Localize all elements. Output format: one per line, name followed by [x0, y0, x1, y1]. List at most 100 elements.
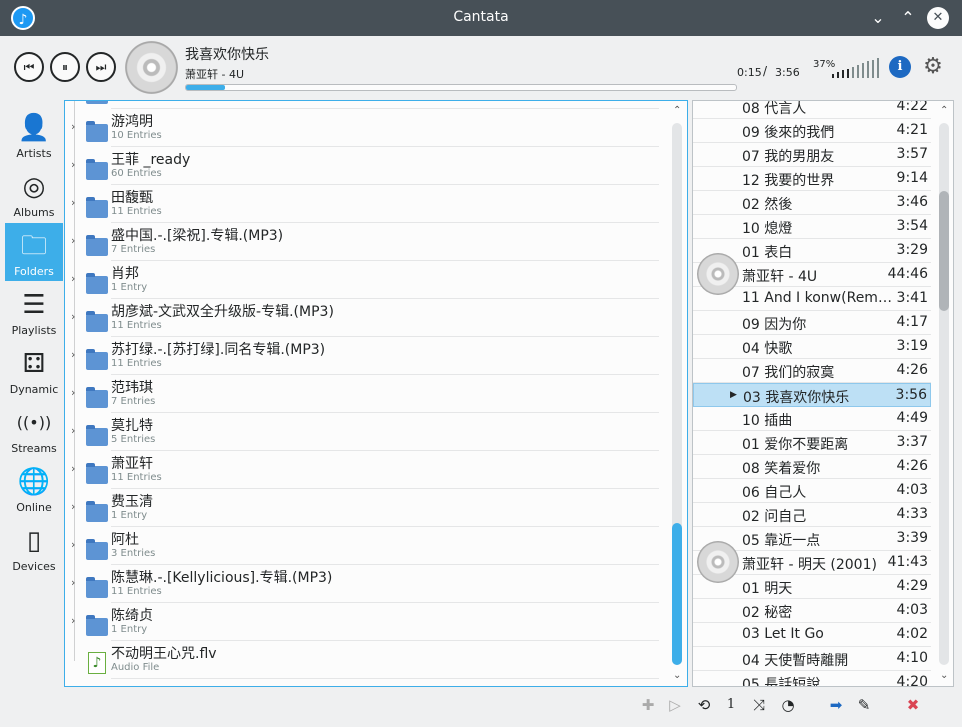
sidebar-item-albums[interactable]: ◎ Albums	[5, 164, 63, 222]
folder-row[interactable]: › 陈绮贞 1 Entry	[65, 603, 669, 641]
queue-track-row[interactable]: 08 笑着爱你 4:26	[693, 455, 931, 479]
folder-row[interactable]: › 苏打绿.-.[苏打绿].同名专辑.(MP3) 11 Entries	[65, 337, 669, 375]
minimize-icon[interactable]: ⌄	[868, 8, 888, 28]
pause-button[interactable]: ⏸	[50, 52, 80, 82]
sidebar-item-devices[interactable]: ▯ Devices	[5, 518, 63, 576]
expand-arrow-icon[interactable]: ›	[71, 538, 75, 551]
folder-row[interactable]: › 游鸿明 10 Entries	[65, 109, 669, 147]
play-next-icon[interactable]: ▷	[665, 695, 685, 715]
expand-arrow-icon[interactable]: ›	[71, 386, 75, 399]
expand-arrow-icon[interactable]: ›	[71, 120, 75, 133]
queue-track-title: 08 代言人	[742, 101, 807, 117]
queue-track-row[interactable]: 02 秘密 4:03	[693, 599, 931, 623]
previous-track-button[interactable]: ⏮	[14, 52, 44, 82]
queue-track-row[interactable]: 02 然後 3:46	[693, 191, 931, 215]
scroll-up-arrow[interactable]: ⌃	[673, 105, 681, 116]
queue-track-duration: 4:03	[896, 482, 928, 498]
shuffle-icon[interactable]: ⤨	[749, 695, 769, 715]
queue-track-row[interactable]: 11 And I konw(Remix) 3:41	[693, 287, 931, 311]
folder-name: 莫扎特	[111, 418, 153, 434]
expand-arrow-icon[interactable]: ›	[71, 272, 75, 285]
folder-row[interactable]: › 肖邦 1 Entry	[65, 261, 669, 299]
sidebar-item-playlists[interactable]: ☰ Playlists	[5, 282, 63, 340]
sidebar-item-dynamic[interactable]: ⚃ Dynamic	[5, 341, 63, 399]
folder-row[interactable]: › 陈慧琳.-.[Kellylicious].专辑.(MP3) 11 Entries	[65, 565, 669, 603]
sidebar-item-artists[interactable]: 👤 Artists	[5, 105, 63, 163]
folder-row[interactable]: › 费玉清 1 Entry	[65, 489, 669, 527]
next-track-button[interactable]: ⏭	[86, 52, 116, 82]
folder-row[interactable]: › 萧亚轩 11 Entries	[65, 451, 669, 489]
clear-queue-icon[interactable]: ✖	[903, 695, 923, 715]
queue-track-row[interactable]: 04 快歌 3:19	[693, 335, 931, 359]
repeat-count[interactable]: 1	[721, 695, 741, 715]
scroll-down-arrow[interactable]: ⌄	[673, 670, 681, 681]
folder-name: 田馥甄	[111, 190, 153, 206]
folder-scrollbar[interactable]	[672, 123, 682, 665]
edit-tags-icon[interactable]: ✎	[854, 695, 874, 715]
folder-row[interactable]: › 阿杜 3 Entries	[65, 527, 669, 565]
folder-row[interactable]: › 胡彦斌-文武双全升级版-专辑.(MP3) 11 Entries	[65, 299, 669, 337]
expand-arrow-icon[interactable]: ›	[71, 614, 75, 627]
locate-current-icon[interactable]: ➡	[826, 695, 846, 715]
volume-slider[interactable]	[832, 57, 882, 78]
expand-arrow-icon[interactable]: ›	[71, 500, 75, 513]
expand-arrow-icon[interactable]: ›	[71, 196, 75, 209]
expand-arrow-icon[interactable]: ›	[71, 576, 75, 589]
folder-row[interactable]: › 田馥甄 11 Entries	[65, 185, 669, 223]
queue-track-duration: 4:22	[896, 100, 928, 114]
sidebar-item-streams[interactable]: ((•)) Streams	[5, 400, 63, 458]
add-icon[interactable]: ✚	[638, 695, 658, 715]
queue-track-row[interactable]: 07 我的男朋友 3:57	[693, 143, 931, 167]
queue-track-row[interactable]: 05 長話短說 4:20	[693, 671, 931, 686]
sidebar-item-folders[interactable]: 🗀 Folders	[5, 223, 63, 281]
expand-arrow-icon[interactable]: ›	[71, 348, 75, 361]
folder-row[interactable]: ♪ 不动明王心咒.flv Audio File	[65, 641, 669, 679]
queue-scroll-up-arrow[interactable]: ⌃	[940, 105, 948, 116]
close-icon[interactable]: ✕	[927, 7, 949, 29]
folder-row[interactable]: › 王菲 _ready 60 Entries	[65, 147, 669, 185]
expand-arrow-icon[interactable]: ›	[71, 158, 75, 171]
track-progress-slider[interactable]	[185, 84, 737, 91]
folder-entry-count: 1 Entry	[111, 510, 148, 521]
repeat-icon[interactable]: ⟲	[694, 695, 714, 715]
queue-track-row[interactable]: ▶ 03 我喜欢你快乐 3:56	[693, 383, 931, 407]
folder-row[interactable]: ›13 Entries	[65, 101, 669, 109]
queue-track-row[interactable]: 09 後來的我們 4:21	[693, 119, 931, 143]
folder-name: 陈绮贞	[111, 608, 153, 624]
queue-track-row[interactable]: 02 问自己 4:33	[693, 503, 931, 527]
consume-icon[interactable]: ◔	[778, 695, 798, 715]
queue-track-row[interactable]: 01 爱你不要距离 3:37	[693, 431, 931, 455]
queue-track-row[interactable]: 01 明天 4:29	[693, 575, 931, 599]
queue-track-row[interactable]: 06 自己人 4:03	[693, 479, 931, 503]
queue-track-row[interactable]: 07 我们的寂寞 4:26	[693, 359, 931, 383]
queue-track-duration: 3:41	[896, 290, 928, 306]
folder-row[interactable]: › 莫扎特 5 Entries	[65, 413, 669, 451]
expand-arrow-icon[interactable]: ›	[71, 234, 75, 247]
queue-track-row[interactable]: 10 插曲 4:49	[693, 407, 931, 431]
gear-icon[interactable]: ⚙	[921, 55, 945, 79]
queue-track-row[interactable]: 04 天使暫時離開 4:10	[693, 647, 931, 671]
info-icon[interactable]: i	[889, 56, 911, 78]
expand-arrow-icon[interactable]: ›	[71, 462, 75, 475]
folder-scroll-thumb[interactable]	[672, 523, 682, 665]
sidebar-item-online[interactable]: 🌐 Online	[5, 459, 63, 517]
queue-scroll-down-arrow[interactable]: ⌄	[940, 670, 948, 681]
queue-track-row[interactable]: 03 Let It Go 4:02	[693, 623, 931, 647]
queue-scroll-thumb[interactable]	[939, 191, 949, 311]
folder-icon	[86, 273, 108, 294]
queue-track-row[interactable]: 10 熄燈 3:54	[693, 215, 931, 239]
expand-arrow-icon[interactable]: ›	[71, 424, 75, 437]
maximize-icon[interactable]: ⌃	[898, 8, 918, 28]
folder-row[interactable]: › 盛中国.-.[梁祝].专辑.(MP3) 7 Entries	[65, 223, 669, 261]
queue-track-row[interactable]: 12 我要的世界 9:14	[693, 167, 931, 191]
expand-arrow-icon[interactable]: ›	[71, 310, 75, 323]
folder-entry-count: 1 Entry	[111, 624, 148, 635]
folder-row[interactable]: › 范玮琪 7 Entries	[65, 375, 669, 413]
queue-track-row[interactable]: 09 因为你 4:17	[693, 311, 931, 335]
queue-scrollbar[interactable]	[939, 123, 949, 665]
volume-bar	[837, 72, 839, 78]
album-header-row[interactable]: 萧亚轩 - 4U 44:46	[693, 253, 931, 295]
sidebar-item-label: Streams	[11, 442, 57, 455]
album-header-row[interactable]: 萧亚轩 - 明天 (2001) 41:43	[693, 541, 931, 583]
queue-track-row[interactable]: 08 代言人 4:22	[693, 100, 931, 119]
